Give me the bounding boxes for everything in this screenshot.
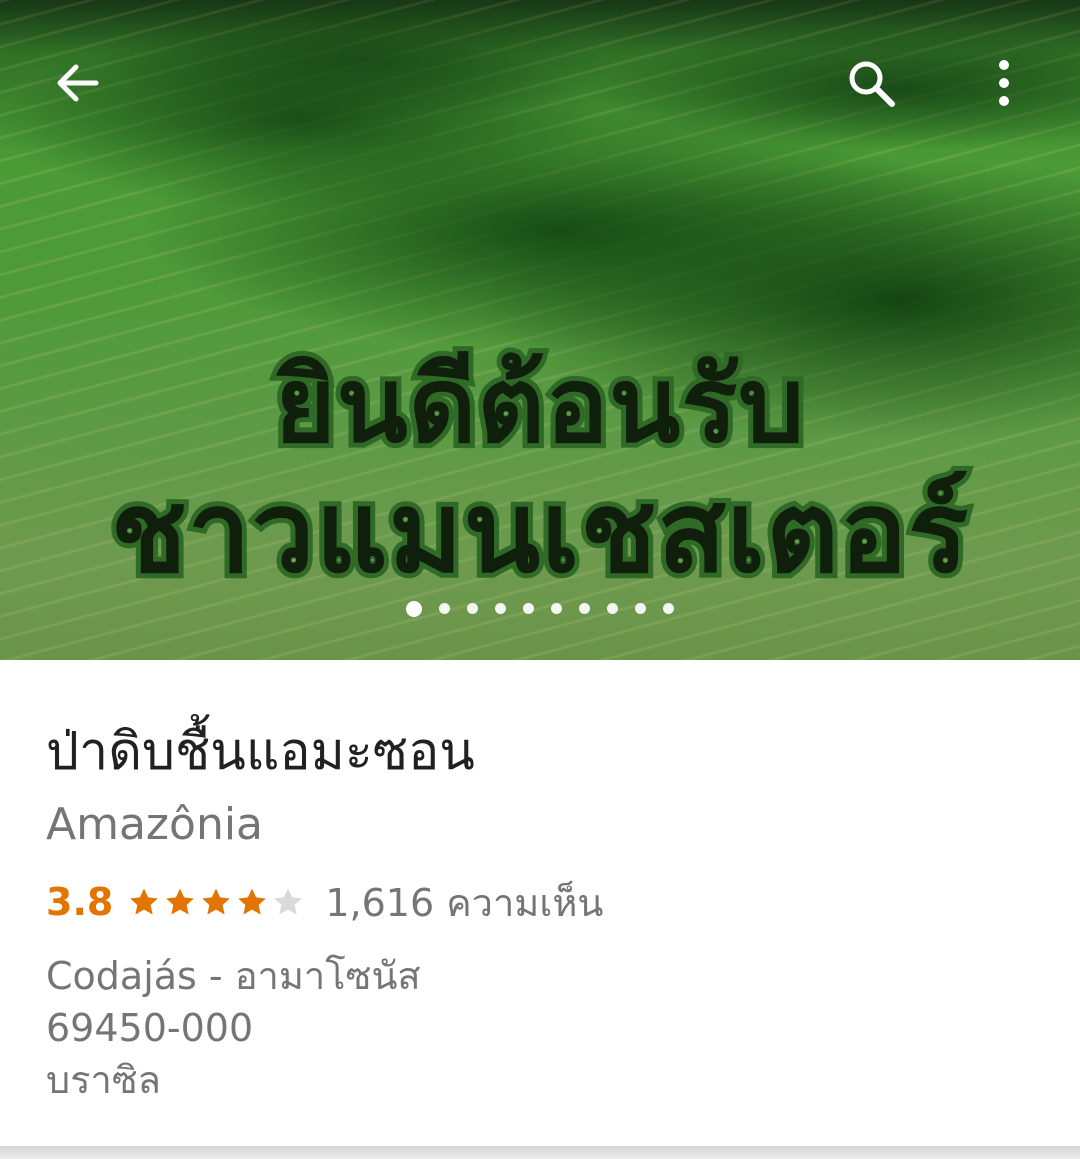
carousel-dot[interactable] — [579, 603, 590, 614]
rating-value: 3.8 — [46, 880, 114, 924]
hero-caption-line2: ชาวแมนเชสเตอร์ — [106, 463, 973, 603]
address-block: Codajás - อามาโซนัส 69450-000 บราซิล — [46, 950, 1080, 1106]
place-info-card: ป่าดิบชื้นแอมะซอน Amazônia 3.8 1,616 ควา… — [0, 720, 1080, 1106]
search-icon[interactable] — [846, 58, 898, 110]
carousel-indicator[interactable] — [0, 601, 1080, 617]
more-vert-icon[interactable] — [994, 58, 1014, 110]
address-line-city: Codajás - อามาโซนัส — [46, 954, 421, 998]
carousel-dot[interactable] — [439, 603, 450, 614]
carousel-dot[interactable] — [635, 603, 646, 614]
carousel-dot[interactable] — [467, 603, 478, 614]
star-filled-icon — [130, 888, 159, 915]
carousel-dot[interactable] — [607, 603, 618, 614]
card-bottom-divider — [0, 1146, 1080, 1159]
review-count[interactable]: 1,616 ความเห็น — [325, 872, 603, 933]
hero-caption-line1: ยินดีต้อนรับ — [270, 339, 810, 471]
rating-row[interactable]: 3.8 1,616 ความเห็น — [46, 874, 1080, 930]
carousel-dot[interactable] — [495, 603, 506, 614]
star-rating — [127, 885, 307, 919]
carousel-dot[interactable] — [523, 603, 534, 614]
address-line-country: บราซิล — [46, 1058, 161, 1102]
hero-photo[interactable]: ยินดีต้อนรับ ชาวแมนเชสเตอร์ — [0, 0, 1080, 660]
star-filled-icon — [202, 888, 231, 915]
carousel-dot[interactable] — [406, 601, 422, 617]
carousel-dot[interactable] — [551, 603, 562, 614]
place-title: ป่าดิบชื้นแอมะซอน — [46, 722, 475, 782]
star-filled-icon — [166, 888, 195, 915]
place-subtitle: Amazônia — [46, 799, 264, 850]
back-arrow-icon[interactable] — [52, 58, 102, 108]
carousel-dot[interactable] — [663, 603, 674, 614]
star-filled-icon — [238, 888, 267, 915]
address-line-postcode: 69450-000 — [46, 1006, 254, 1050]
star-empty-icon — [274, 888, 303, 915]
